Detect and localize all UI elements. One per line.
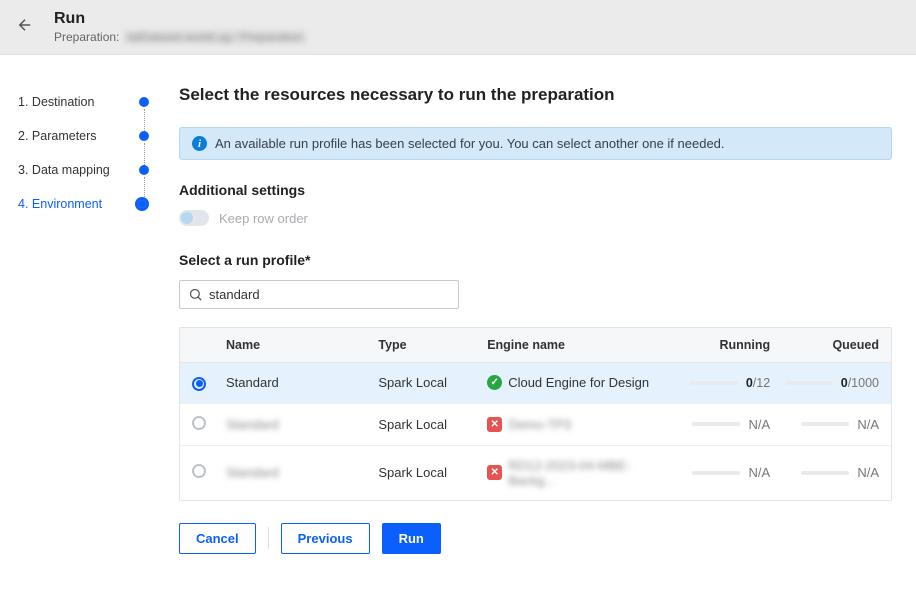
cell-type: Spark Local [378, 375, 487, 390]
queued-bar [801, 422, 849, 426]
radio-icon[interactable] [192, 377, 206, 391]
step-destination[interactable]: 1. Destination [18, 85, 155, 119]
info-icon: i [192, 136, 207, 151]
table-row[interactable]: Standard Spark Local ✓ Cloud Engine for … [180, 363, 891, 404]
col-header-type: Type [378, 338, 487, 352]
search-box[interactable] [179, 280, 459, 309]
profiles-table: Name Type Engine name Running Queued Sta… [179, 327, 892, 501]
preparation-label: Preparation: [54, 30, 119, 44]
stepper-nav: 1. Destination 2. Parameters 3. Data map… [0, 85, 155, 578]
back-button[interactable] [16, 16, 34, 37]
cell-name: Standard [226, 375, 378, 390]
col-header-running: Running [661, 338, 770, 352]
running-bar [692, 422, 740, 426]
col-header-engine: Engine name [487, 338, 661, 352]
cell-engine: RD12-2023-04-MBE-Backg... [508, 458, 661, 488]
cell-name: Standard [226, 465, 378, 480]
cell-engine: Cloud Engine for Design [508, 375, 649, 390]
check-icon: ✓ [487, 375, 502, 390]
info-banner: i An available run profile has been sele… [179, 127, 892, 160]
running-bar [692, 471, 740, 475]
step-dot-icon [139, 97, 149, 107]
queued-bar [785, 381, 833, 385]
radio-icon[interactable] [192, 464, 206, 478]
step-data-mapping[interactable]: 3. Data mapping [18, 153, 155, 187]
step-dot-icon [135, 197, 149, 211]
queued-bar [801, 471, 849, 475]
page-header: Run Preparation: talDataset-world.ug / P… [0, 0, 916, 55]
cancel-button[interactable]: Cancel [179, 523, 256, 554]
running-bar [690, 381, 738, 385]
page-title-header: Run [54, 10, 307, 28]
keep-row-order-toggle[interactable] [179, 210, 209, 226]
search-input[interactable] [209, 287, 450, 302]
step-parameters[interactable]: 2. Parameters [18, 119, 155, 153]
col-header-queued: Queued [770, 338, 879, 352]
search-icon [188, 287, 203, 302]
cell-name: Standard [226, 417, 378, 432]
additional-settings-label: Additional settings [179, 182, 892, 198]
step-dot-icon [139, 131, 149, 141]
cell-type: Spark Local [378, 417, 487, 432]
cell-engine: Demo-TP3 [508, 417, 571, 432]
keep-row-order-label: Keep row order [219, 211, 308, 226]
select-profile-label: Select a run profile* [179, 252, 892, 268]
col-header-name: Name [226, 338, 378, 352]
preparation-value: talDataset-world.ug / Preparation [123, 30, 306, 44]
table-row[interactable]: Standard Spark Local ✕ RD12-2023-04-MBE-… [180, 446, 891, 500]
error-icon: ✕ [487, 465, 502, 480]
previous-button[interactable]: Previous [281, 523, 370, 554]
section-title: Select the resources necessary to run th… [179, 85, 892, 105]
cell-type: Spark Local [378, 465, 487, 480]
table-row[interactable]: Standard Spark Local ✕ Demo-TP3 N/A N/A [180, 404, 891, 446]
error-icon: ✕ [487, 417, 502, 432]
step-environment[interactable]: 4. Environment [18, 187, 155, 221]
info-text: An available run profile has been select… [215, 136, 725, 151]
run-button[interactable]: Run [382, 523, 441, 554]
radio-icon[interactable] [192, 416, 206, 430]
step-dot-icon [139, 165, 149, 175]
divider [268, 527, 269, 549]
arrow-left-icon [16, 16, 34, 34]
